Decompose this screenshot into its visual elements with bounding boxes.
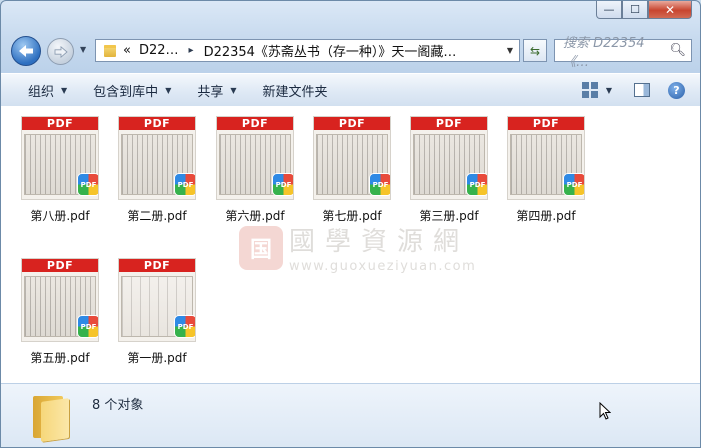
file-name[interactable]: 第五册.pdf	[30, 349, 89, 366]
breadcrumb-chevron-icon[interactable]: ▸	[189, 45, 194, 56]
command-bar: 组织 ▼ 包含到库中 ▼ 共享 ▼ 新建文件夹 ▼ ?	[1, 73, 700, 107]
forward-button[interactable]	[47, 38, 74, 65]
file-name[interactable]: 第七册.pdf	[322, 207, 381, 224]
new-folder-button[interactable]: 新建文件夹	[250, 74, 341, 106]
pdf-band: PDF	[508, 117, 584, 130]
file-name[interactable]: 第八册.pdf	[30, 207, 89, 224]
maximize-button[interactable]: ☐	[622, 1, 648, 19]
view-options-chevron-icon[interactable]: ▼	[606, 86, 612, 95]
item-count: 8 个对象	[92, 398, 144, 413]
recent-pages-chevron-icon[interactable]: ▼	[80, 45, 86, 54]
search-input[interactable]: 搜索 D22354《… 🔍︎	[554, 36, 692, 70]
explorer-window: — ☐ ✕ ▼ « D22… ▸ D22354《苏斋丛书（存一种）》天一阁藏… …	[0, 0, 701, 448]
search-icon[interactable]: 🔍︎	[669, 43, 686, 58]
organize-menu[interactable]: 组织 ▼	[1, 74, 80, 106]
chevron-down-icon: ▼	[230, 85, 237, 95]
mouse-cursor-icon	[599, 401, 612, 424]
file-item[interactable]: PDF PDF 第五册.pdf	[15, 258, 105, 378]
refresh-icon: ⇆	[529, 43, 541, 58]
file-item[interactable]: PDF PDF 第六册.pdf	[210, 116, 300, 236]
organize-label: 组织	[28, 84, 55, 100]
pdf-app-icon: PDF	[273, 174, 293, 195]
forward-arrow-icon	[54, 45, 68, 58]
share-menu[interactable]: 共享 ▼	[184, 74, 249, 106]
pdf-band: PDF	[314, 117, 390, 130]
breadcrumb-current[interactable]: D22354《苏斋丛书（存一种）》天一阁藏…	[204, 41, 457, 60]
pdf-band: PDF	[119, 259, 195, 272]
close-button[interactable]: ✕	[648, 1, 692, 19]
pdf-thumbnail: PDF PDF	[21, 116, 99, 200]
pdf-app-icon: PDF	[564, 174, 584, 195]
file-name[interactable]: 第四册.pdf	[516, 207, 575, 224]
pdf-band: PDF	[411, 117, 487, 130]
pdf-thumbnail: PDF PDF	[313, 116, 391, 200]
pdf-app-icon: PDF	[467, 174, 487, 195]
file-name[interactable]: 第三册.pdf	[419, 207, 478, 224]
include-in-library-label: 包含到库中	[93, 84, 159, 100]
pdf-thumbnail: PDF PDF	[21, 258, 99, 342]
pdf-thumbnail: PDF PDF	[118, 258, 196, 342]
preview-pane-icon[interactable]	[634, 83, 650, 97]
minimize-button[interactable]: —	[596, 1, 622, 19]
file-item[interactable]: PDF PDF 第三册.pdf	[404, 116, 494, 236]
pdf-band: PDF	[22, 259, 98, 272]
pdf-app-icon: PDF	[78, 174, 98, 195]
file-item[interactable]: PDF PDF 第一册.pdf	[112, 258, 202, 378]
address-dropdown-icon[interactable]: ▼	[507, 46, 513, 55]
folder-icon	[33, 392, 71, 442]
pdf-band: PDF	[119, 117, 195, 130]
chevron-down-icon: ▼	[165, 85, 172, 95]
pdf-app-icon: PDF	[175, 316, 195, 337]
pdf-app-icon: PDF	[78, 316, 98, 337]
folder-icon	[104, 44, 116, 57]
breadcrumb-item[interactable]: D22…	[139, 43, 179, 58]
pdf-thumbnail: PDF PDF	[507, 116, 585, 200]
chevron-down-icon: ▼	[61, 85, 68, 95]
file-name[interactable]: 第一册.pdf	[127, 349, 186, 366]
file-item[interactable]: PDF PDF 第八册.pdf	[15, 116, 105, 236]
caption-buttons: — ☐ ✕	[596, 1, 692, 19]
change-view-icon[interactable]	[581, 82, 598, 98]
refresh-button[interactable]: ⇆	[523, 39, 547, 62]
file-list[interactable]: 国 國學資源網 www.guoxueziyuan.com PDF PDF 第八册…	[1, 106, 700, 383]
pdf-band: PDF	[217, 117, 293, 130]
watermark-url: www.guoxueziyuan.com	[289, 259, 477, 274]
pdf-app-icon: PDF	[175, 174, 195, 195]
file-item[interactable]: PDF PDF 第七册.pdf	[307, 116, 397, 236]
file-item[interactable]: PDF PDF 第四册.pdf	[501, 116, 591, 236]
scrollbar[interactable]	[692, 106, 700, 383]
pdf-thumbnail: PDF PDF	[410, 116, 488, 200]
pdf-thumbnail: PDF PDF	[118, 116, 196, 200]
include-in-library-menu[interactable]: 包含到库中 ▼	[80, 74, 184, 106]
pdf-band: PDF	[22, 117, 98, 130]
address-bar[interactable]: « D22… ▸ D22354《苏斋丛书（存一种）》天一阁藏… ▼	[95, 39, 520, 62]
file-name[interactable]: 第二册.pdf	[127, 207, 186, 224]
help-icon[interactable]: ?	[668, 81, 685, 99]
details-pane: 8 个对象	[1, 383, 700, 447]
search-placeholder: 搜索 D22354《…	[563, 35, 645, 70]
back-button[interactable]	[11, 36, 41, 66]
file-item[interactable]: PDF PDF 第二册.pdf	[112, 116, 202, 236]
pdf-thumbnail: PDF PDF	[216, 116, 294, 200]
pdf-app-icon: PDF	[370, 174, 390, 195]
back-arrow-icon	[19, 45, 33, 57]
file-name[interactable]: 第六册.pdf	[225, 207, 284, 224]
share-label: 共享	[197, 84, 224, 100]
breadcrumb-overflow[interactable]: «	[123, 43, 131, 58]
new-folder-label: 新建文件夹	[262, 84, 328, 100]
